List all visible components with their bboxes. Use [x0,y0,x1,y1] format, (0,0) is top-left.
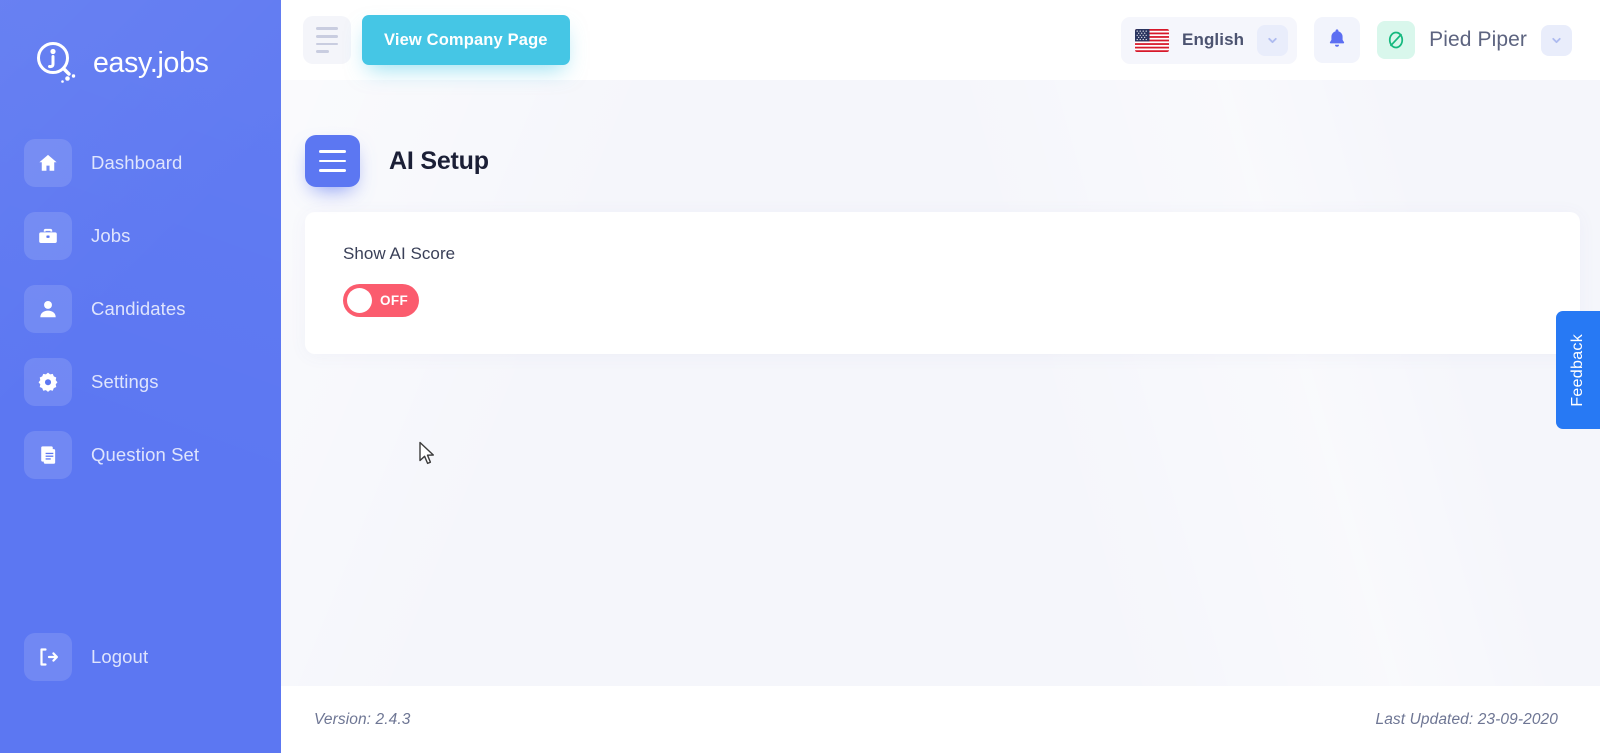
feedback-label: Feedback [1569,333,1586,407]
user-name: Pied Piper [1429,28,1527,51]
hamburger-line [319,169,346,173]
magnifier-i-logo-icon [34,40,80,86]
sidebar-nav: Dashboard Jobs Candidates Settings Quest… [0,126,281,491]
application-window: easy.jobs Dashboard Jobs Candidates Sett… [0,0,1600,753]
hamburger-line [319,149,346,153]
sidebar-item-label: Jobs [91,224,131,246]
sidebar-item-label: Candidates [91,297,186,319]
logout-icon [24,632,72,681]
hamburger-line [316,27,338,30]
hamburger-line [316,42,338,46]
show-ai-score-label: Show AI Score [343,244,456,263]
brand[interactable]: easy.jobs [0,0,281,96]
last-updated-text: Last Updated: 23-09-2020 [1375,710,1558,728]
page-content: AI Setup Show AI Score OFF [281,80,1600,686]
sidebar-item-logout[interactable]: Logout [0,620,281,693]
top-bar-right: English Pied Piper [1121,16,1572,64]
sidebar-item-question-set[interactable]: Question Set [0,418,281,491]
hamburger-line [316,34,338,38]
sidebar: easy.jobs Dashboard Jobs Candidates Sett… [0,0,281,753]
language-label: English [1182,30,1245,49]
hamburger-line [319,159,346,163]
version-text: Version: 2.4.3 [314,710,411,728]
language-selector[interactable]: English [1121,16,1298,64]
hamburger-line [316,50,329,53]
user-icon [24,284,72,333]
sidebar-item-label: Dashboard [91,151,183,173]
sidebar-item-candidates[interactable]: Candidates [0,272,281,345]
chevron-down-icon[interactable] [1541,24,1572,56]
brand-name: easy.jobs [93,46,209,79]
briefcase-icon [24,211,72,260]
show-ai-score-toggle[interactable]: OFF [343,284,419,317]
view-company-page-button[interactable]: View Company Page [362,15,570,65]
page-menu-button[interactable] [305,135,360,187]
toggle-state-label: OFF [380,293,409,308]
sidebar-item-settings[interactable]: Settings [0,345,281,418]
sidebar-item-label: Settings [91,370,159,392]
main-area: View Company Page English Pied Piper AI … [281,0,1600,753]
page-header: AI Setup [305,80,1580,212]
us-flag-icon [1135,28,1170,52]
sidebar-item-jobs[interactable]: Jobs [0,199,281,272]
sidebar-toggle-button[interactable] [303,16,351,64]
gear-icon [24,357,72,406]
feedback-tab[interactable]: Feedback [1556,311,1600,429]
footer: Version: 2.4.3 Last Updated: 23-09-2020 [281,686,1600,753]
page-title: AI Setup [389,146,489,175]
sidebar-item-dashboard[interactable]: Dashboard [0,126,281,199]
ai-setup-card: Show AI Score OFF [305,212,1580,354]
chevron-down-icon[interactable] [1257,24,1289,56]
toggle-knob [347,288,372,313]
bell-icon [1326,27,1348,54]
notifications-button[interactable] [1314,17,1361,63]
user-menu[interactable]: Pied Piper [1377,21,1572,59]
sidebar-item-label: Logout [91,645,149,667]
sidebar-item-label: Question Set [91,443,200,465]
top-bar-left: View Company Page [303,15,570,65]
pied-piper-logo-icon [1377,21,1416,59]
top-bar: View Company Page English Pied Piper [281,0,1600,80]
home-icon [24,138,72,187]
document-icon [24,430,72,479]
